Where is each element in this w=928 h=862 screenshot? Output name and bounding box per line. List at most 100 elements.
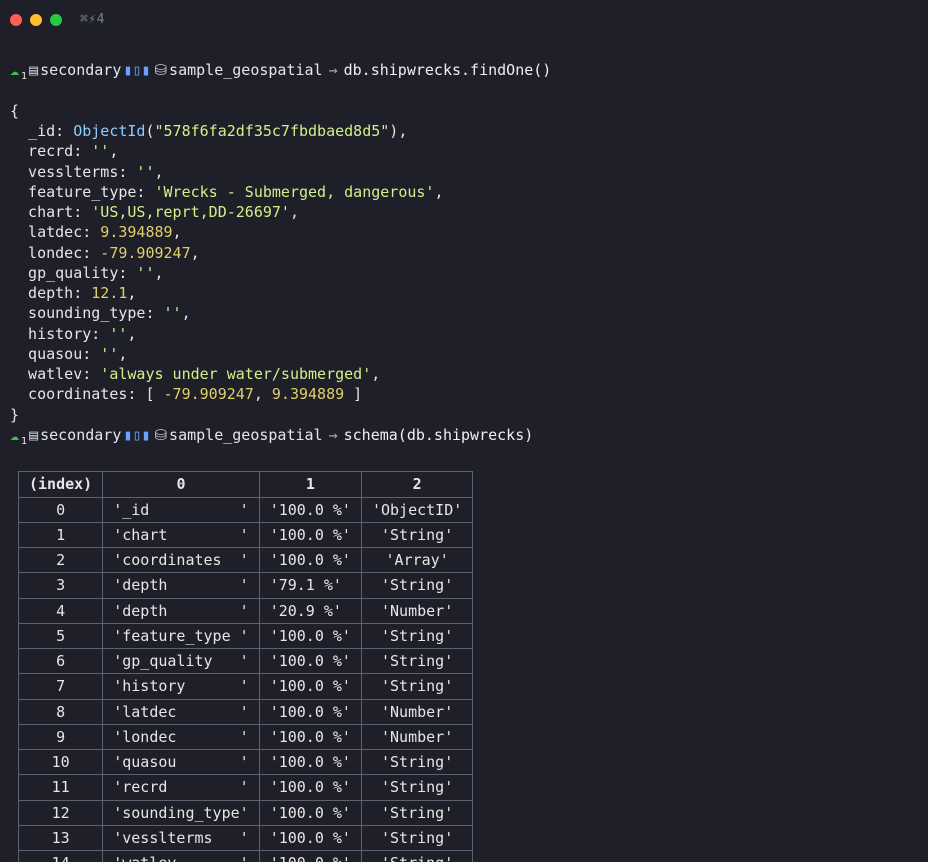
table-row: 8'latdec ''100.0 %''Number' xyxy=(19,699,473,724)
chart-icon: ▮▯▮ xyxy=(123,60,150,80)
val-chart: 'US,US,reprt,DD-26697' xyxy=(91,203,290,221)
th-index: (index) xyxy=(19,472,103,497)
cell-pct: '100.0 %' xyxy=(259,649,361,674)
cell-pct: '20.9 %' xyxy=(259,598,361,623)
cell-type: 'String' xyxy=(361,750,472,775)
key-coordinates: coordinates: xyxy=(28,385,136,403)
command-1: db.shipwrecks.findOne() xyxy=(344,60,552,80)
cell-type: 'Number' xyxy=(361,598,472,623)
val-quasou: '' xyxy=(100,345,118,363)
terminal-window: ⌘⚡4 ☁1 ▤ secondary ▮▯▮ ⛁ sample_geospati… xyxy=(0,0,928,862)
cell-pct: '100.0 %' xyxy=(259,825,361,850)
cell-pct: '100.0 %' xyxy=(259,548,361,573)
window-controls xyxy=(10,14,62,26)
minimize-icon[interactable] xyxy=(30,14,42,26)
command-2: schema(db.shipwrecks) xyxy=(344,425,534,445)
cell-pct: '100.0 %' xyxy=(259,699,361,724)
cell-field: 'vesslterms ' xyxy=(103,825,259,850)
terminal-body[interactable]: ☁1 ▤ secondary ▮▯▮ ⛁ sample_geospatial →… xyxy=(0,34,928,862)
db-icon: ⛁ xyxy=(154,425,167,445)
table-row: 6'gp_quality ''100.0 %''String' xyxy=(19,649,473,674)
table-row: 11'recrd ''100.0 %''String' xyxy=(19,775,473,800)
host-label: secondary xyxy=(40,425,121,445)
val-londec: -79.909247 xyxy=(100,244,190,262)
cell-field: 'latdec ' xyxy=(103,699,259,724)
cell-type: 'String' xyxy=(361,851,472,862)
cell-field: 'quasou ' xyxy=(103,750,259,775)
cell-type: 'String' xyxy=(361,649,472,674)
cell-field: 'coordinates ' xyxy=(103,548,259,573)
cell-index: 10 xyxy=(19,750,103,775)
th-1: 1 xyxy=(259,472,361,497)
cell-field: 'feature_type ' xyxy=(103,623,259,648)
key-sounding-type: sounding_type: xyxy=(28,304,154,322)
cell-field: 'depth ' xyxy=(103,598,259,623)
table-header-row: (index) 0 1 2 xyxy=(19,472,473,497)
cell-index: 11 xyxy=(19,775,103,800)
table-row: 2'coordinates ''100.0 %''Array' xyxy=(19,548,473,573)
val-vesslterms: '' xyxy=(136,163,154,181)
cell-type: 'String' xyxy=(361,674,472,699)
th-0: 0 xyxy=(103,472,259,497)
cell-type: 'String' xyxy=(361,623,472,648)
key-history: history: xyxy=(28,325,100,343)
cell-field: 'watlev ' xyxy=(103,851,259,862)
val-feature-type: 'Wrecks - Submerged, dangerous' xyxy=(154,183,434,201)
table-row: 12'sounding_type''100.0 %''String' xyxy=(19,800,473,825)
zoom-icon[interactable] xyxy=(50,14,62,26)
key-feature-type: feature_type: xyxy=(28,183,145,201)
cell-pct: '100.0 %' xyxy=(259,775,361,800)
cell-field: 'londec ' xyxy=(103,724,259,749)
cell-field: 'sounding_type' xyxy=(103,800,259,825)
val-coord-2: 9.394889 xyxy=(272,385,344,403)
subscript-1: 1 xyxy=(21,70,27,84)
val-history: '' xyxy=(109,325,127,343)
db-icon: ⛁ xyxy=(154,60,167,80)
cell-type: 'String' xyxy=(361,522,472,547)
cell-pct: '100.0 %' xyxy=(259,724,361,749)
close-brace: } xyxy=(10,406,19,424)
cell-pct: '100.0 %' xyxy=(259,800,361,825)
val-latdec: 9.394889 xyxy=(100,223,172,241)
cell-index: 3 xyxy=(19,573,103,598)
cell-pct: '100.0 %' xyxy=(259,851,361,862)
prompt-arrow: → xyxy=(329,425,338,445)
db-label: sample_geospatial xyxy=(169,60,323,80)
prompt-arrow: → xyxy=(329,60,338,80)
table-row: 9'londec ''100.0 %''Number' xyxy=(19,724,473,749)
cell-index: 7 xyxy=(19,674,103,699)
val-depth: 12.1 xyxy=(91,284,127,302)
val-watlev: 'always under water/submerged' xyxy=(100,365,371,383)
cell-index: 4 xyxy=(19,598,103,623)
table-row: 4'depth ''20.9 %''Number' xyxy=(19,598,473,623)
cell-index: 5 xyxy=(19,623,103,648)
cell-index: 2 xyxy=(19,548,103,573)
th-2: 2 xyxy=(361,472,472,497)
val-coord-1: -79.909247 xyxy=(164,385,254,403)
db-label: sample_geospatial xyxy=(169,425,323,445)
cell-type: 'Array' xyxy=(361,548,472,573)
close-icon[interactable] xyxy=(10,14,22,26)
cell-type: 'String' xyxy=(361,825,472,850)
cell-type: 'String' xyxy=(361,573,472,598)
cell-index: 6 xyxy=(19,649,103,674)
cell-index: 8 xyxy=(19,699,103,724)
subscript-1: 1 xyxy=(21,435,27,449)
cell-field: 'recrd ' xyxy=(103,775,259,800)
key-id: _id: xyxy=(28,122,64,140)
cell-pct: '100.0 %' xyxy=(259,750,361,775)
table-row: 3'depth ''79.1 %''String' xyxy=(19,573,473,598)
book-icon: ▤ xyxy=(29,60,38,80)
key-quasou: quasou: xyxy=(28,345,91,363)
cell-pct: '100.0 %' xyxy=(259,522,361,547)
host-label: secondary xyxy=(40,60,121,80)
schema-table: (index) 0 1 2 0'_id ''100.0 %''ObjectID'… xyxy=(18,471,473,862)
cell-pct: '100.0 %' xyxy=(259,674,361,699)
cell-type: 'Number' xyxy=(361,724,472,749)
cell-type: 'String' xyxy=(361,800,472,825)
prompt-line-2: ☁1 ▤ secondary ▮▯▮ ⛁ sample_geospatial →… xyxy=(10,425,918,445)
val-gp-quality: '' xyxy=(136,264,154,282)
table-row: 0'_id ''100.0 %''ObjectID' xyxy=(19,497,473,522)
cell-index: 13 xyxy=(19,825,103,850)
key-vesslterms: vesslterms: xyxy=(28,163,127,181)
